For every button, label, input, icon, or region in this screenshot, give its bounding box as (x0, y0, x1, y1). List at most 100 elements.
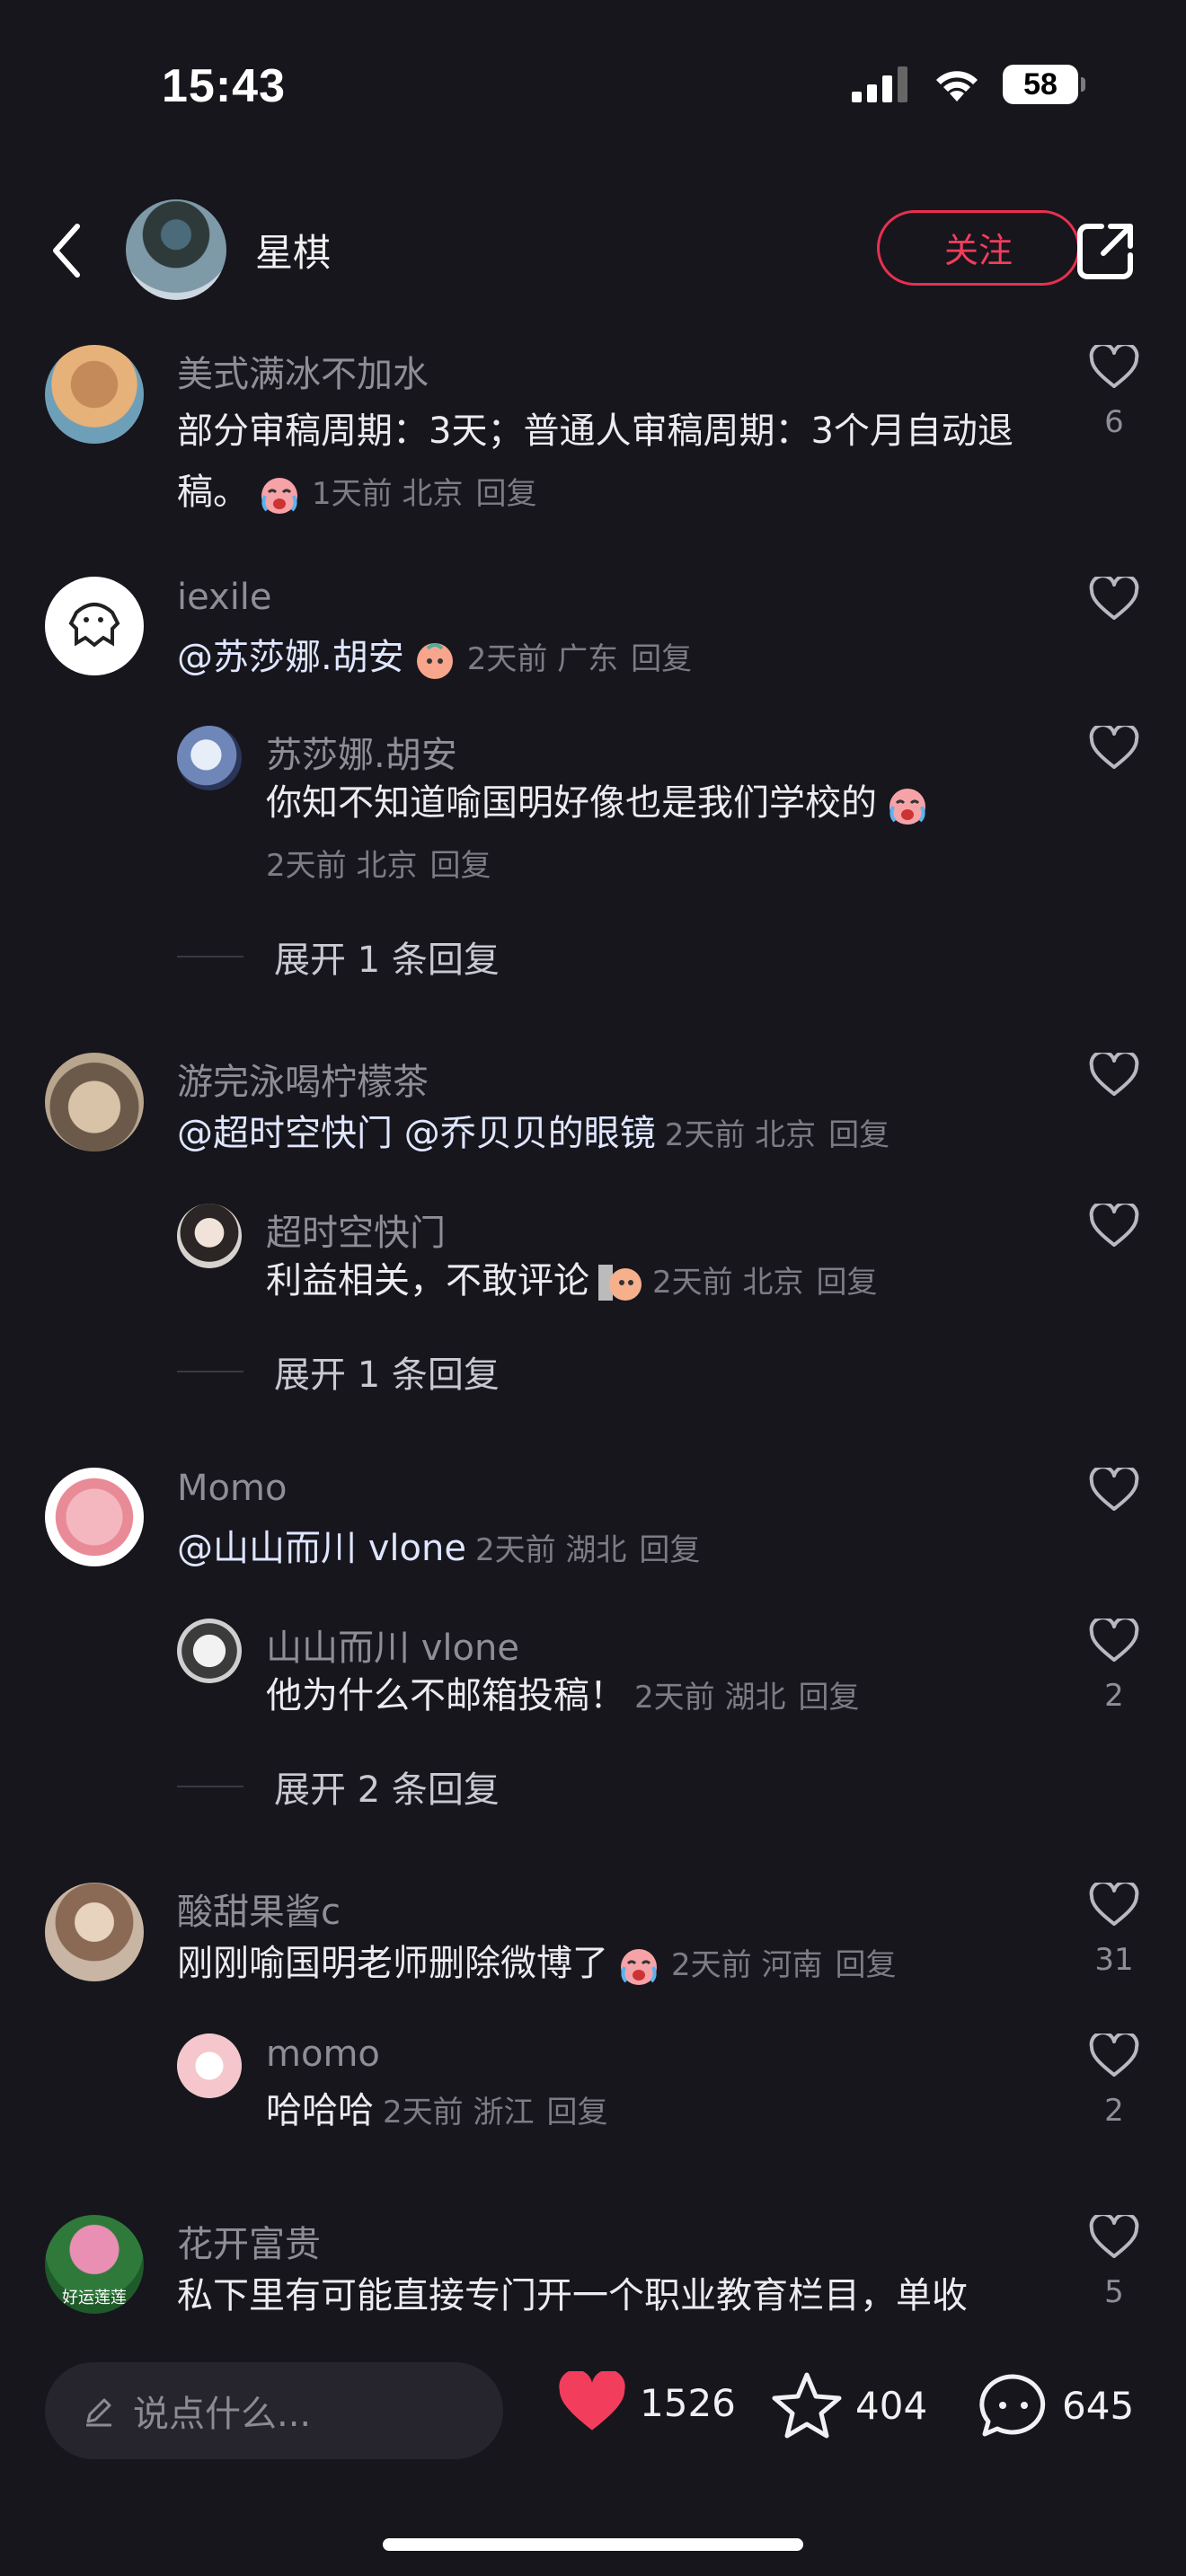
share-icon[interactable] (1075, 219, 1137, 282)
like-control[interactable]: 31 (1087, 1880, 1141, 1978)
home-indicator[interactable] (383, 2538, 803, 2551)
comment-text: @超时空快门 @乔贝贝的眼镜 2天前 北京 回复 (177, 1103, 1040, 1166)
heart-outline-icon[interactable] (1089, 342, 1139, 390)
heart-outline-icon[interactable] (1089, 1880, 1139, 1928)
avatar[interactable]: 好运莲莲 (45, 2215, 144, 2314)
expand-replies-button[interactable]: 展开 2 条回复 (177, 1760, 500, 1813)
reply-button[interactable]: 回复 (631, 641, 692, 677)
reply-button[interactable]: 回复 (835, 1947, 896, 1983)
author-name[interactable]: 星棋 (255, 223, 331, 278)
follow-button[interactable]: 关注 (877, 210, 1080, 286)
mention-link[interactable]: @超时空快门 @乔贝贝的眼镜 (177, 1113, 656, 1154)
expand-replies-button[interactable]: 展开 1 条回复 (177, 1345, 500, 1398)
peach-emoji-icon (416, 643, 453, 679)
comment-location: 湖北 (565, 1532, 627, 1568)
comment-time: 2天前 (664, 1117, 746, 1153)
comment-username[interactable]: 酸甜果酱c (177, 1883, 341, 1935)
comment-username[interactable]: momo (266, 2033, 380, 2075)
comment-location: 北京 (742, 1265, 804, 1301)
like-count: 6 (1104, 404, 1124, 440)
heart-outline-icon[interactable] (1089, 2212, 1139, 2260)
divider (177, 1371, 243, 1372)
comment-location: 河南 (761, 1947, 823, 1983)
like-control[interactable] (1087, 723, 1141, 774)
comment-meta: 2天前 广东 回复 (467, 641, 692, 677)
heart-outline-icon[interactable] (1089, 1616, 1139, 1663)
comment-text: 部分审稿周期：3天；普通人审稿周期：3个月自动退稿。 1天前 北京 回复 (177, 401, 1022, 525)
comment-username[interactable]: 超时空快门 (266, 1204, 446, 1256)
reply-button[interactable]: 回复 (798, 1680, 859, 1716)
reply-button[interactable]: 回复 (546, 2095, 607, 2130)
favorite-total: 404 (855, 2383, 928, 2428)
avatar[interactable] (45, 345, 144, 444)
comment-body: 利益相关，不敢评论 (266, 1260, 589, 1301)
reply-button[interactable]: 回复 (639, 1532, 700, 1568)
avatar[interactable] (45, 1883, 144, 1981)
like-control[interactable]: 2 (1087, 2031, 1141, 2129)
reply-button[interactable]: 回复 (429, 848, 491, 884)
comment-username[interactable]: 苏莎娜.胡安 (266, 726, 457, 778)
like-control[interactable] (1087, 1201, 1141, 1252)
reply-button[interactable]: 回复 (828, 1117, 890, 1153)
like-control[interactable]: 5 (1087, 2212, 1141, 2310)
mention-link[interactable]: @苏莎娜.胡安 (177, 637, 404, 678)
expand-label: 展开 1 条回复 (274, 940, 500, 981)
reply-button[interactable]: 回复 (475, 476, 536, 512)
avatar[interactable] (45, 1053, 144, 1151)
like-control[interactable]: 6 (1087, 342, 1141, 440)
comments-button[interactable]: 645 (978, 2371, 1134, 2439)
reply-button[interactable]: 回复 (816, 1265, 877, 1301)
pencil-icon (86, 2398, 111, 2427)
comment-body: 他为什么不邮箱投稿！ (266, 1675, 625, 1716)
comment-username[interactable]: 游完泳喝柠檬茶 (177, 1053, 429, 1105)
comment-username[interactable]: iexile (177, 577, 272, 618)
comment-input[interactable]: 说点什么... (45, 2362, 503, 2459)
comment-meta: 2天前 北京 回复 (257, 834, 491, 896)
comment-input-placeholder: 说点什么... (133, 2394, 312, 2435)
like-count: 2 (1104, 2093, 1124, 2129)
comment-location: 湖北 (724, 1680, 786, 1716)
comment-text: 私下里有可能直接专门开一个职业教育栏目，单收 (177, 2275, 968, 2316)
comment-body: 刚刚喻国明老师删除微博了 (177, 1943, 608, 1984)
heart-outline-icon[interactable] (1089, 574, 1139, 622)
comment-username[interactable]: 花开富贵 (177, 2215, 321, 2267)
comment-username[interactable]: 美式满冰不加水 (177, 345, 429, 397)
avatar[interactable] (177, 726, 242, 790)
comment-meta: 2天前 北京 回复 (652, 1265, 877, 1301)
comment-username[interactable]: 山山而川 vlone (266, 1619, 519, 1671)
like-post-button[interactable]: 1526 (557, 2371, 736, 2434)
avatar[interactable] (177, 1619, 242, 1683)
status-time: 15:43 (162, 60, 286, 112)
avatar[interactable] (45, 577, 144, 675)
author-avatar[interactable] (126, 199, 226, 300)
mention-link[interactable]: @山山而川 vlone (177, 1528, 466, 1569)
heart-outline-icon[interactable] (1089, 1465, 1139, 1513)
status-icons: 58 (852, 65, 1085, 104)
expand-replies-button[interactable]: 展开 1 条回复 (177, 931, 500, 983)
like-control[interactable] (1087, 574, 1141, 625)
heart-outline-icon[interactable] (1089, 2031, 1139, 2078)
comment-list[interactable]: 美式满冰不加水 部分审稿周期：3天；普通人审稿周期：3个月自动退稿。 1天前 北京… (0, 320, 1186, 2328)
expand-label: 展开 1 条回复 (274, 1354, 500, 1396)
back-button[interactable] (43, 219, 97, 282)
comment-text: @苏莎娜.胡安 2天前 广东 回复 (177, 627, 1022, 690)
comment-text: 哈哈哈 2天前 浙江 回复 (266, 2080, 1057, 2143)
comment-body: 哈哈哈 (266, 2090, 374, 2131)
like-control[interactable] (1087, 1050, 1141, 1101)
avatar[interactable] (177, 1204, 242, 1268)
comment-meta: 2天前 湖北 回复 (634, 1680, 859, 1716)
comment-meta: 2天前 北京 回复 (665, 1117, 890, 1153)
heart-filled-icon (559, 2371, 625, 2430)
heart-outline-icon[interactable] (1089, 1050, 1139, 1098)
heart-outline-icon[interactable] (1089, 723, 1139, 771)
comment-location: 广东 (557, 641, 619, 677)
heart-outline-icon[interactable] (1089, 1201, 1139, 1248)
like-control[interactable]: 2 (1087, 1616, 1141, 1714)
avatar[interactable] (45, 1468, 144, 1566)
avatar[interactable] (177, 2033, 242, 2098)
wifi-icon (936, 71, 978, 101)
like-control[interactable] (1087, 1465, 1141, 1516)
favorite-button[interactable]: 404 (771, 2371, 927, 2439)
comment-username[interactable]: Momo (177, 1468, 287, 1509)
comment-meta: 2天前 浙江 回复 (383, 2095, 607, 2130)
